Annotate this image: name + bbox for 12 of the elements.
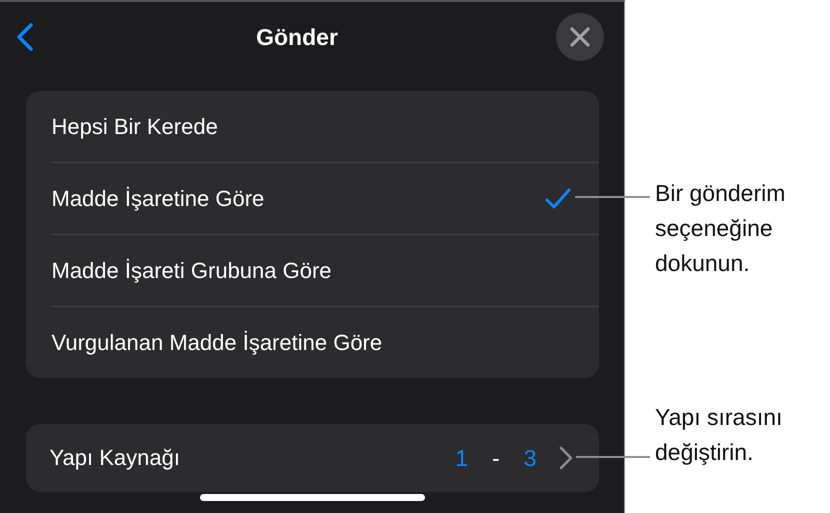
build-source-row[interactable]: Yapı Kaynağı 1 - 3 bbox=[26, 424, 598, 492]
panel-title: Gönder bbox=[256, 24, 338, 50]
option-row[interactable]: Vurgulanan Madde İşaretine Göre bbox=[52, 307, 598, 378]
close-icon bbox=[570, 27, 590, 47]
back-icon bbox=[15, 22, 35, 52]
option-row[interactable]: Madde İşaretine Göre bbox=[52, 163, 598, 234]
close-button[interactable] bbox=[556, 13, 604, 61]
option-row[interactable]: Madde İşareti Grubuna Göre bbox=[52, 235, 598, 306]
chevron-icon bbox=[558, 446, 572, 470]
callout-text: Yapı sırasını değiştirin. bbox=[655, 403, 782, 467]
option-row[interactable]: Hepsi Bir Kerede bbox=[52, 91, 598, 162]
callout-text: Bir gönderim seçeneğine dokunun. bbox=[655, 179, 786, 278]
